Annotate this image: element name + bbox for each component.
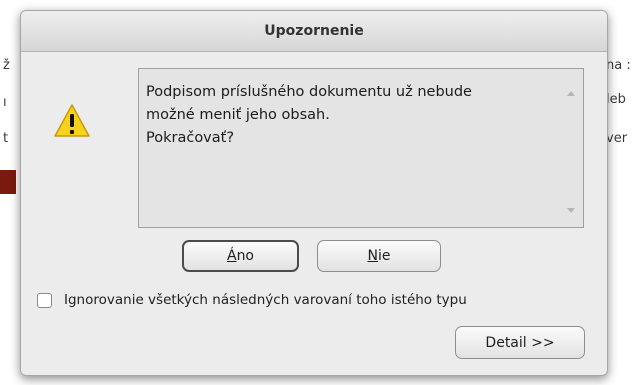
ignore-warnings-label[interactable]: Ignorovanie všetkých následných varovaní…: [64, 292, 467, 308]
background-text: leb: [606, 92, 626, 107]
warning-dialog: Upozornenie Podpisom príslušného dokumen…: [20, 10, 608, 376]
background-text: ver: [606, 131, 628, 146]
ignore-warnings-checkbox[interactable]: [37, 293, 52, 308]
dialog-title: Upozornenie: [264, 23, 364, 39]
detail-button[interactable]: Detail >>: [455, 326, 585, 359]
background-text: ı: [3, 95, 7, 110]
no-button[interactable]: Nie: [317, 240, 441, 272]
dialog-titlebar[interactable]: Upozornenie: [21, 11, 607, 52]
message-textarea[interactable]: Podpisom príslušného dokumentu už nebude…: [138, 68, 584, 228]
yes-label: no: [236, 248, 255, 264]
no-label: ie: [377, 248, 391, 264]
background-accent-bar: [0, 170, 16, 194]
yes-button[interactable]: Áno: [182, 240, 299, 272]
scroll-up-arrow-icon[interactable]: [567, 91, 575, 96]
background-text: na :: [606, 58, 631, 73]
scroll-down-arrow-icon[interactable]: [567, 208, 575, 213]
background-text: ž: [3, 58, 10, 73]
background-text: t: [3, 131, 9, 146]
message-text: Podpisom príslušného dokumentu už nebude…: [146, 84, 472, 146]
yes-accesskey: Á: [226, 248, 237, 264]
no-accesskey: N: [367, 248, 378, 264]
warning-icon: [54, 104, 90, 137]
